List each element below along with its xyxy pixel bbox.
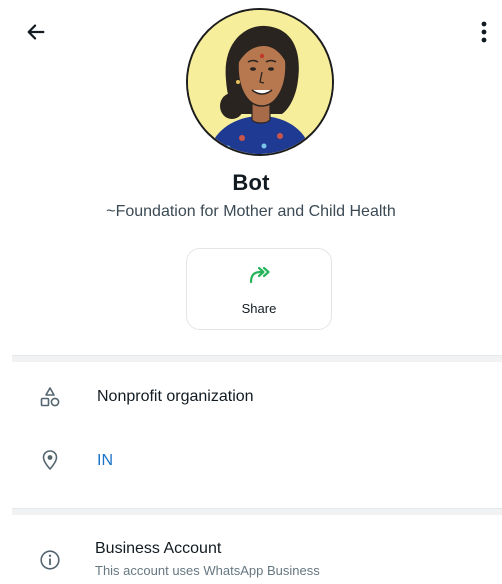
share-label: Share [241, 301, 277, 316]
location-pin-icon [38, 448, 62, 472]
category-row[interactable]: Nonprofit organization [0, 376, 502, 420]
category-text: Nonprofit organization [97, 388, 254, 405]
profile-tagline: ~Foundation for Mother and Child Health [106, 203, 396, 220]
back-button[interactable] [22, 18, 50, 46]
more-options-button[interactable] [472, 16, 496, 48]
profile-avatar[interactable] [186, 8, 334, 156]
business-account-title: Business Account [95, 540, 222, 557]
arrow-left-icon [27, 24, 45, 40]
share-forward-icon [249, 266, 270, 284]
business-account-row[interactable]: Business Account This account uses Whats… [0, 540, 502, 584]
section-divider [12, 355, 502, 362]
location-row[interactable]: IN [0, 440, 502, 484]
share-button[interactable]: Share [186, 248, 332, 330]
more-vertical-icon [481, 21, 487, 43]
category-shapes-icon [38, 385, 62, 409]
profile-illustration-avatar [188, 10, 332, 154]
section-divider [12, 508, 502, 515]
business-account-subtitle: This account uses WhatsApp Business [95, 563, 320, 578]
profile-name: Bot [232, 170, 270, 195]
location-text[interactable]: IN [97, 452, 113, 470]
info-circle-icon [38, 548, 62, 572]
